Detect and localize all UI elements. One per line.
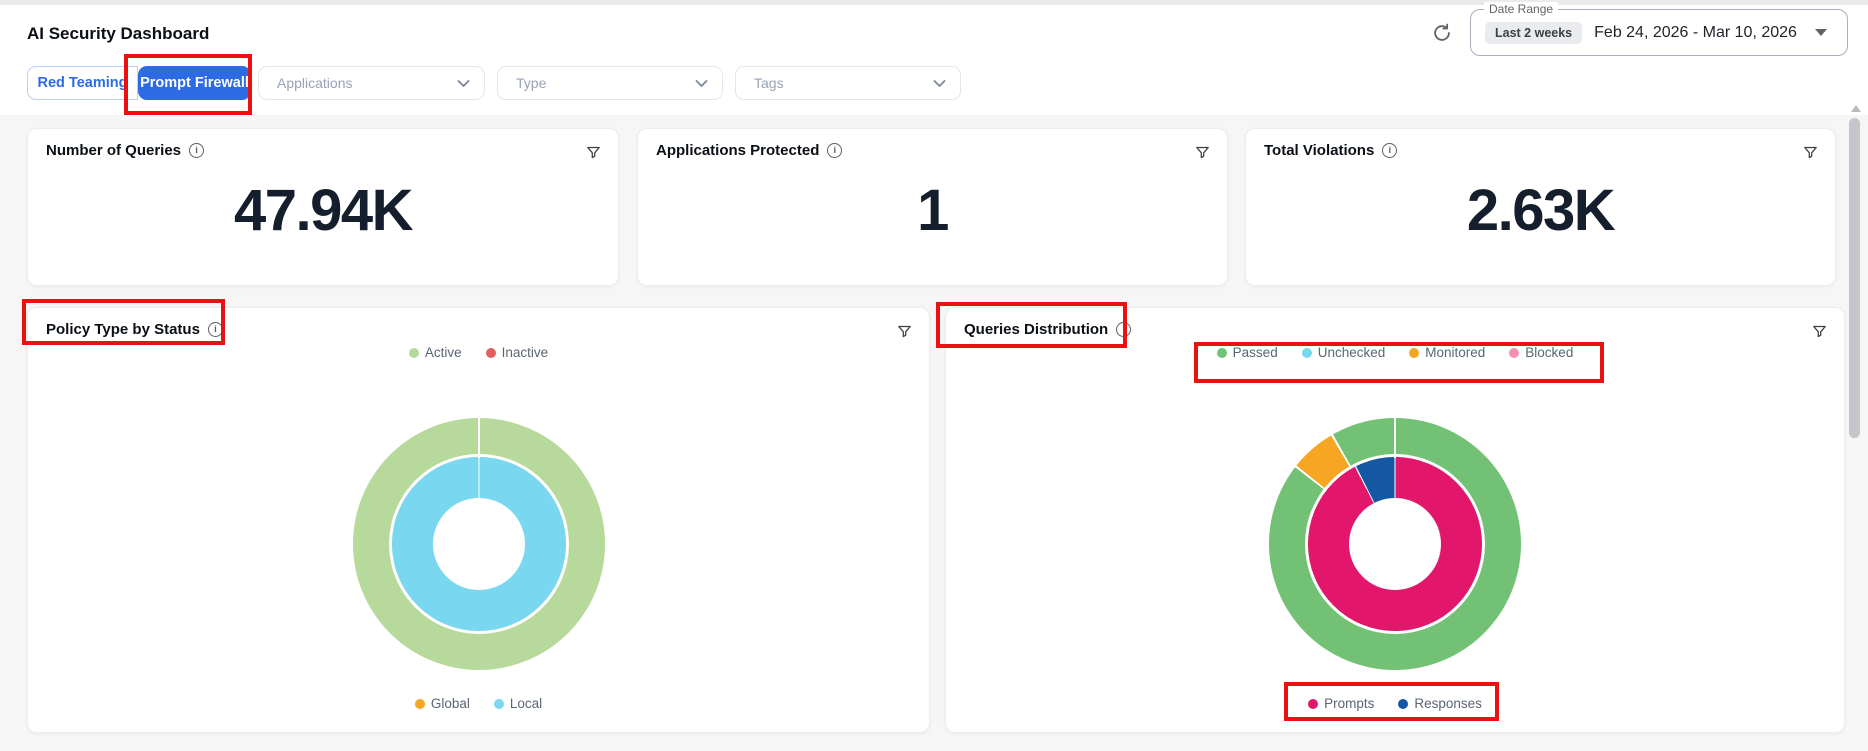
filter-label: Tags (754, 75, 784, 91)
refresh-button[interactable] (1428, 20, 1456, 48)
legend-dot (1216, 347, 1227, 358)
caret-down-icon (1814, 29, 1827, 36)
legend-dot (1509, 347, 1520, 358)
legend-item-prompts[interactable]: Prompts (1308, 696, 1374, 711)
donut-chart-queries-distribution[interactable] (1269, 418, 1521, 670)
legend-label: Responses (1414, 696, 1482, 711)
stat-value: 47.94K (233, 178, 414, 243)
date-range-label: Date Range (1484, 2, 1559, 16)
info-icon[interactable]: i (1382, 143, 1398, 158)
legend-label: Unchecked (1317, 345, 1386, 360)
info-icon[interactable]: i (189, 143, 205, 158)
donut-chart-policy-type[interactable] (352, 418, 605, 670)
stat-title: Total Violations (1264, 142, 1375, 159)
date-range-value: Feb 24, 2026 - Mar 10, 2026 (1594, 23, 1797, 41)
filter-funnel-icon[interactable] (1808, 320, 1830, 342)
legend-item-blocked[interactable]: Blocked (1509, 345, 1573, 360)
page-title: AI Security Dashboard (27, 24, 210, 43)
filter-tags[interactable]: Tags (735, 66, 961, 100)
date-range-preset-chip: Last 2 weeks (1485, 21, 1583, 44)
stat-title: Number of Queries (46, 142, 182, 159)
legend-dot (1308, 698, 1319, 709)
filter-applications[interactable]: Applications (258, 66, 485, 100)
donut-hole (432, 498, 525, 590)
legend-item-local[interactable]: Local (493, 696, 543, 711)
legend-query-status: Passed Unchecked Monitored Blocked (946, 345, 1844, 360)
donut-hole (1349, 498, 1441, 590)
top-divider (0, 0, 1868, 5)
chevron-down-icon (933, 75, 946, 91)
legend-item-inactive[interactable]: Inactive (485, 345, 549, 360)
stat-title: Applications Protected (656, 142, 820, 159)
filter-funnel-icon[interactable] (1191, 141, 1213, 163)
dashboard-page: AI Security Dashboard Date Range Last 2 … (0, 0, 1868, 751)
stat-value: 1 (917, 178, 949, 243)
legend-label: Passed (1232, 345, 1278, 360)
scrollbar-thumb[interactable] (1849, 118, 1860, 438)
legend-label: Global (430, 696, 470, 711)
legend-label: Prompts (1324, 696, 1375, 711)
refresh-icon (1431, 22, 1453, 47)
legend-item-monitored[interactable]: Monitored (1409, 345, 1485, 360)
scrollbar-up-arrow[interactable] (1851, 105, 1861, 112)
chart-card-queries-distribution: Queries Distribution i Passed Unchecked Mo… (945, 307, 1845, 733)
legend-label: Blocked (1525, 345, 1574, 360)
legend-dot (485, 347, 496, 358)
legend-label: Monitored (1425, 345, 1486, 360)
legend-dot (408, 347, 419, 358)
stat-card-total-violations: Total Violations i 2.63K (1245, 128, 1836, 286)
legend-policy-type: Global Local (28, 696, 929, 711)
filter-funnel-icon[interactable] (1799, 141, 1821, 163)
tab-label: Prompt Firewall (140, 75, 249, 91)
legend-item-passed[interactable]: Passed (1216, 345, 1278, 360)
legend-label: Local (509, 696, 543, 711)
info-icon[interactable]: i (827, 143, 843, 158)
info-icon[interactable]: i (1116, 322, 1132, 337)
legend-item-active[interactable]: Active (408, 345, 462, 360)
stat-card-applications-protected: Applications Protected i 1 (637, 128, 1228, 286)
legend-dot (493, 698, 504, 709)
legend-dot (1409, 347, 1420, 358)
filter-funnel-icon[interactable] (893, 320, 915, 342)
info-icon[interactable]: i (207, 322, 223, 337)
legend-status: Active Inactive (28, 345, 929, 360)
filter-label: Type (516, 75, 547, 91)
legend-dot (1398, 698, 1409, 709)
stat-value: 2.63K (1466, 178, 1616, 243)
date-range-picker[interactable]: Date Range Last 2 weeks Feb 24, 2026 - M… (1470, 2, 1848, 56)
legend-item-unchecked[interactable]: Unchecked (1301, 345, 1386, 360)
legend-item-responses[interactable]: Responses (1398, 696, 1482, 711)
legend-item-global[interactable]: Global (414, 696, 470, 711)
stat-card-number-of-queries: Number of Queries i 47.94K (27, 128, 619, 286)
filter-label: Applications (277, 75, 353, 91)
chevron-down-icon (457, 75, 470, 91)
chart-title: Queries Distribution (964, 321, 1109, 338)
legend-dot (1301, 347, 1312, 358)
tab-prompt-firewall[interactable]: Prompt Firewall (138, 66, 251, 100)
chevron-down-icon (695, 75, 708, 91)
filter-type[interactable]: Type (497, 66, 723, 100)
legend-dot (414, 698, 425, 709)
legend-query-source: Prompts Responses (946, 696, 1844, 711)
filter-funnel-icon[interactable] (582, 141, 604, 163)
tab-label: Red Teaming (37, 75, 128, 91)
tab-red-teaming[interactable]: Red Teaming (27, 66, 138, 100)
chart-title: Policy Type by Status (46, 321, 200, 338)
legend-label: Inactive (501, 345, 549, 360)
legend-label: Active (424, 345, 462, 360)
chart-card-policy-type-by-status: Policy Type by Status i Active Inactive G… (27, 307, 930, 733)
